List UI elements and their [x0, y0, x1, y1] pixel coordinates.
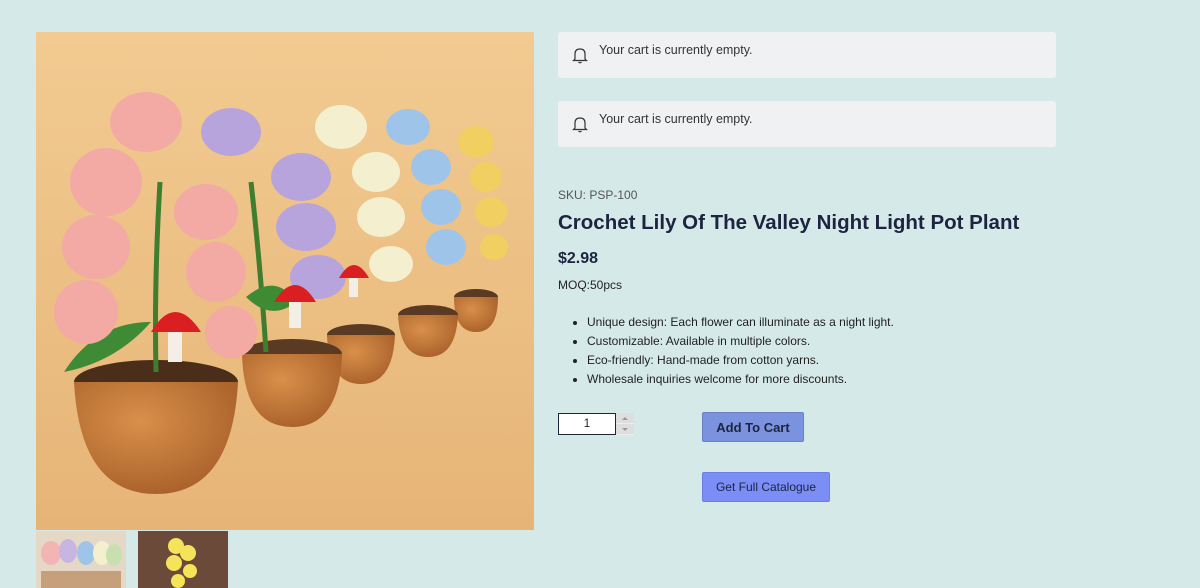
product-price: $2.98 — [558, 250, 599, 267]
product-main-image[interactable] — [36, 32, 534, 530]
feature-item: Wholesale inquiries welcome for more dis… — [587, 370, 894, 389]
feature-item: Unique design: Each flower can illuminat… — [587, 313, 894, 332]
feature-item: Customizable: Available in multiple colo… — [587, 332, 894, 351]
bell-icon — [572, 117, 588, 133]
product-features-list: Unique design: Each flower can illuminat… — [573, 313, 894, 389]
product-thumbnail-night-light[interactable] — [138, 531, 228, 588]
product-thumbnail[interactable] — [36, 531, 126, 588]
product-page: Your cart is currently empty. Your cart … — [0, 0, 1200, 588]
cart-notice-message: Your cart is currently empty. — [599, 43, 753, 57]
get-full-catalogue-button[interactable]: Get Full Catalogue — [702, 472, 830, 502]
product-title: Crochet Lily Of The Valley Night Light P… — [558, 211, 1020, 234]
cart-notice: Your cart is currently empty. — [558, 32, 1056, 78]
cart-notice: Your cart is currently empty. — [558, 101, 1056, 147]
bell-icon — [572, 48, 588, 64]
increment-arrow-icon[interactable] — [616, 413, 634, 424]
add-to-cart-button[interactable]: Add To Cart — [702, 412, 804, 442]
product-moq: MOQ:50pcs — [558, 278, 623, 292]
cart-notice-message: Your cart is currently empty. — [599, 112, 753, 126]
quantity-input[interactable]: 1 — [558, 413, 616, 435]
decrement-arrow-icon[interactable] — [616, 424, 634, 435]
quantity-stepper[interactable] — [616, 413, 634, 435]
product-sku: SKU: PSP-100 — [558, 188, 638, 202]
feature-item: Eco-friendly: Hand-made from cotton yarn… — [587, 351, 894, 370]
